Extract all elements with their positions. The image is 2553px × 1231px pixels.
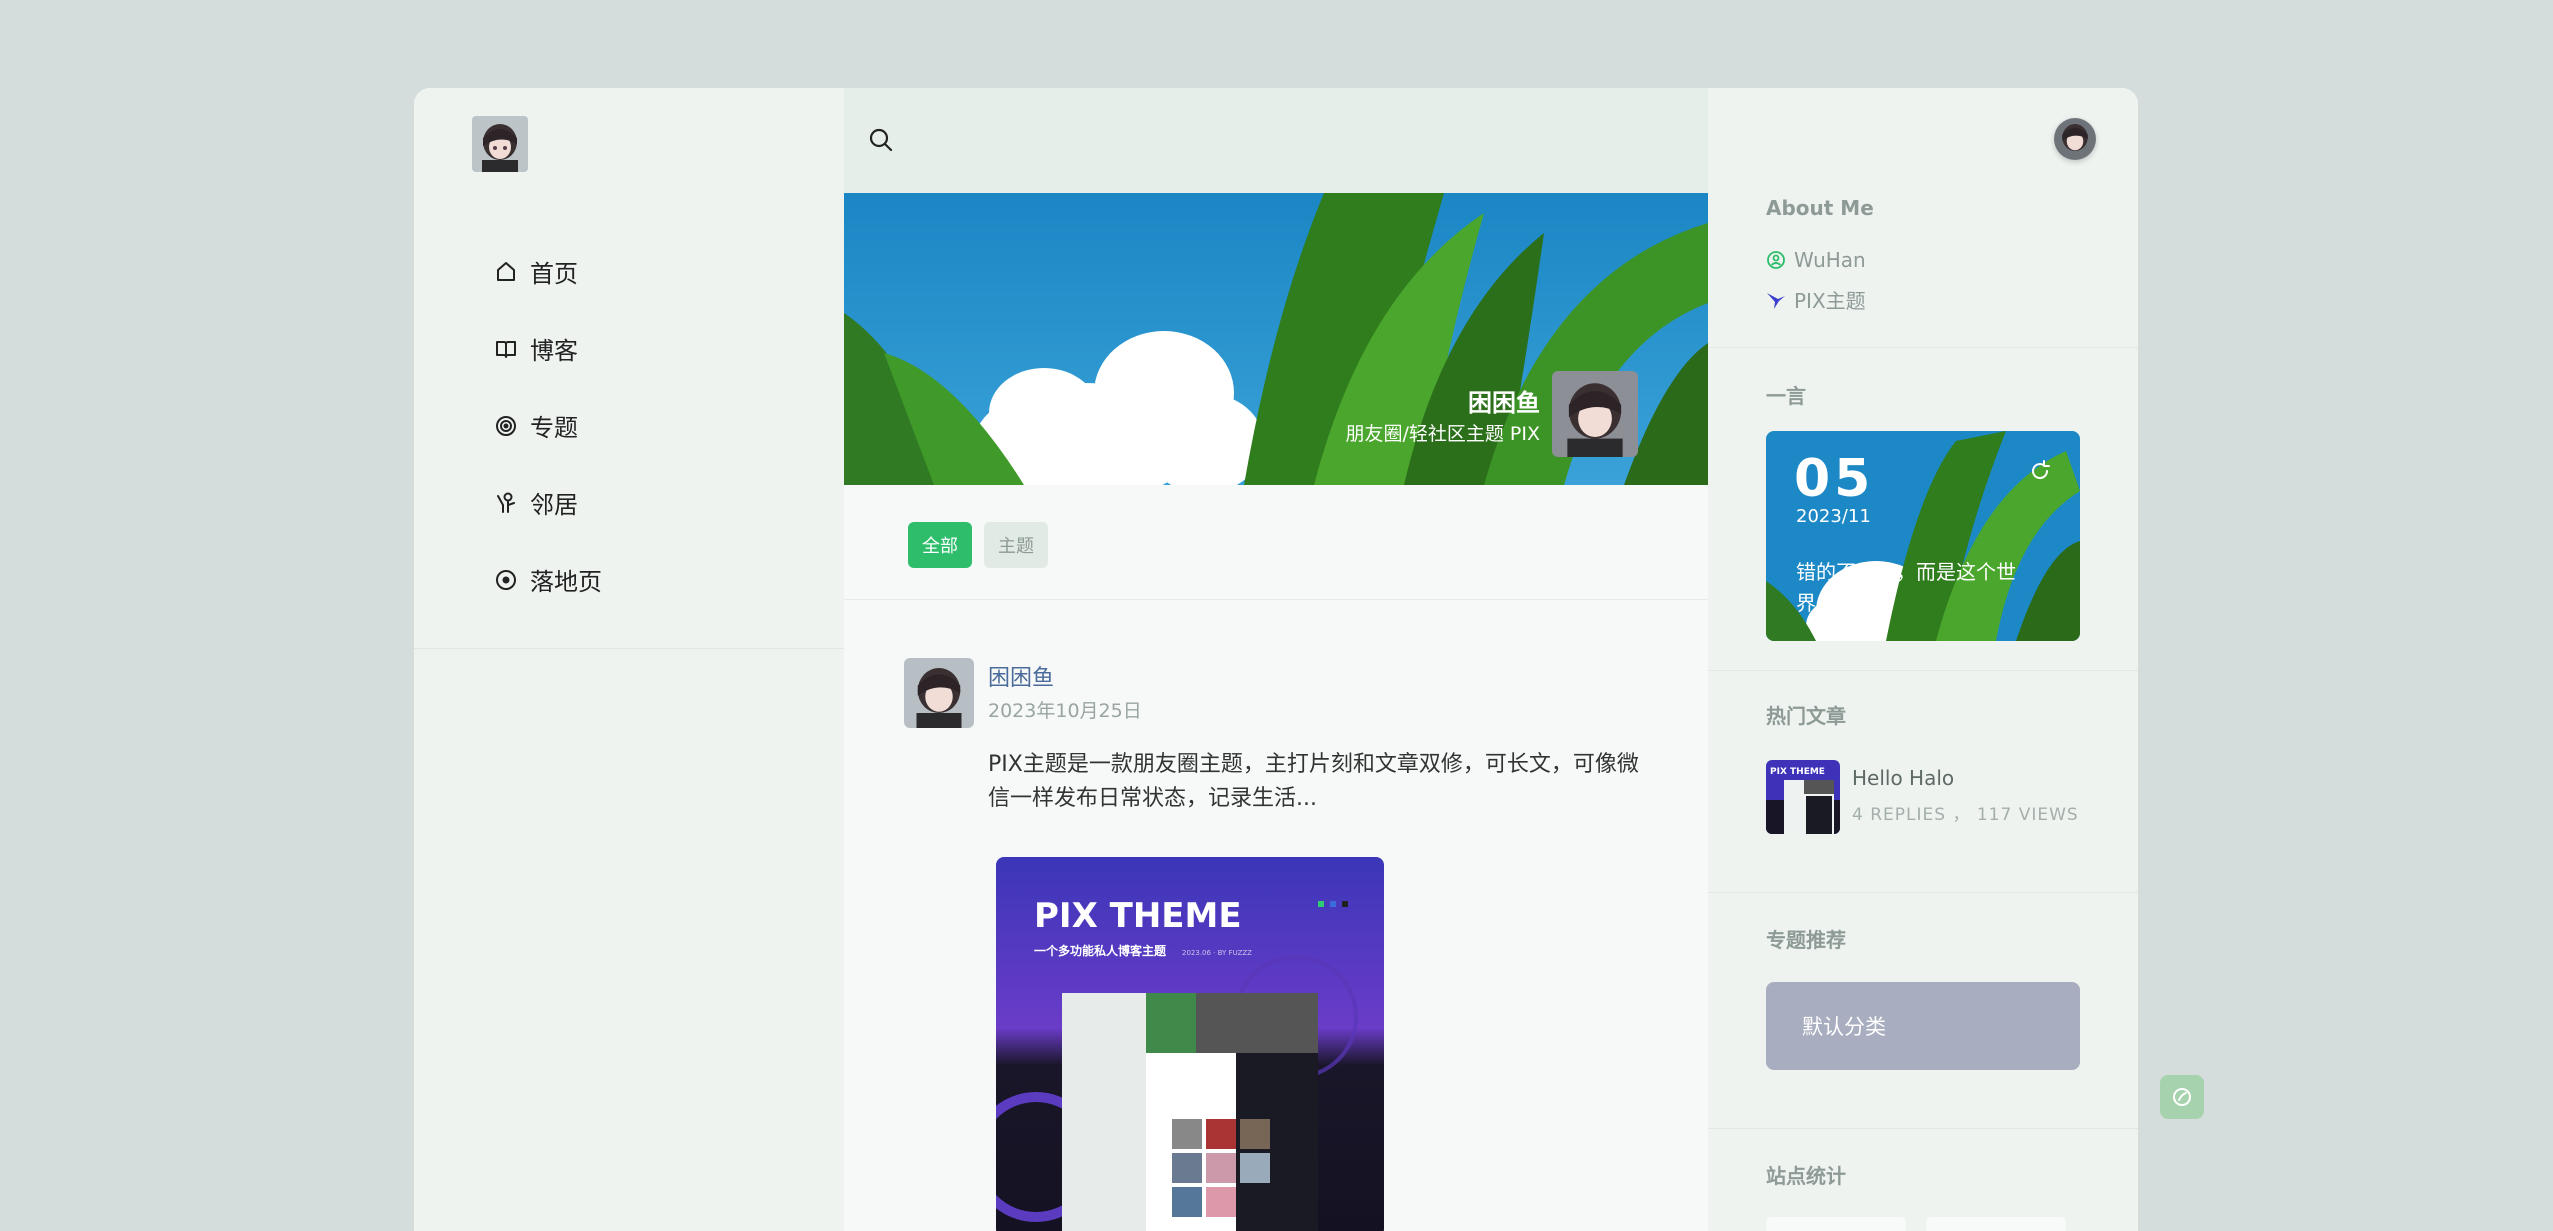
app-frame: 首页 博客 专题 邻居 落地页 困困鱼 朋友圈/轻社区主题 PIX 全部 主题 … [414,88,2138,1231]
post-date: 2023年10月25日 [988,700,1142,722]
nav-label: 落地页 [530,568,602,596]
user-avatar[interactable] [2054,118,2096,160]
left-sidebar: 首页 博客 专题 邻居 落地页 [414,88,845,1231]
post-author-name[interactable]: 困困鱼 [988,660,1054,692]
topic-title: 专题推荐 [1766,928,1846,952]
main-nav: 首页 博客 专题 邻居 落地页 [494,233,602,618]
post-text[interactable]: PIX主题是一款朋友圈主题，主打片刻和文章双修，可长文，可像微信一样发布日常状态… [988,748,1648,816]
profile-banner: 困困鱼 朋友圈/轻社区主题 PIX [844,193,1708,485]
nav-item-blog[interactable]: 博客 [494,310,602,387]
nav-label: 首页 [530,260,578,288]
profile-name: 困困鱼 [1468,389,1540,417]
theme-link-line[interactable]: PIX主题 [1766,285,1866,314]
location-line: WuHan [1766,248,1866,272]
target-icon [496,415,516,436]
search-icon[interactable] [866,125,896,155]
quote-text: 错的不是我，而是这个世界! [1796,560,2016,615]
theme-link-text[interactable]: PIX主题 [1794,285,1866,314]
refresh-icon[interactable] [2028,459,2052,483]
hot-post-meta: 4 REPLIES ， 117 VIEWS [1852,805,2079,825]
bird-icon [1767,292,1785,309]
nav-item-home[interactable]: 首页 [494,233,602,310]
nav-item-topics[interactable]: 专题 [494,387,602,464]
filter-theme[interactable]: 主题 [984,522,1048,568]
sidebar-divider [414,648,844,649]
neighbor-icon [497,492,515,513]
book-icon [496,340,516,358]
hot-post-thumbnail[interactable]: PIX THEME [1766,760,1840,834]
site-logo[interactable] [472,116,528,172]
stats-title: 站点统计 [1766,1164,1846,1188]
main-content: 困困鱼 朋友圈/轻社区主题 PIX 全部 主题 困困鱼 2023年10月25日 … [844,88,1708,1231]
stat-box [1766,1217,1906,1231]
right-sidebar: About Me WuHan PIX主题 一言 05 2023/11 错的不是我… [1708,88,2138,1231]
quote-month: 2023/11 [1796,506,1871,527]
post-image[interactable]: PIX THEME 一个多功能私人博客主题 2023.06 · BY FUZZZ [996,857,1384,1231]
theme-toggle-button[interactable] [2160,1075,2204,1119]
nav-item-neighbors[interactable]: 邻居 [494,464,602,541]
filter-tabs: 全部 主题 [908,522,1048,568]
stats-boxes [1766,1217,2066,1231]
quote-day: 05 [1794,449,1875,509]
stat-box [1926,1217,2066,1231]
location-pin-icon [1767,251,1785,269]
location-text: WuHan [1794,248,1866,272]
sidebar-divider [1708,1128,2138,1129]
topic-card-default[interactable]: 默认分类 [1766,982,2080,1070]
profile-avatar[interactable] [1552,371,1638,457]
filter-all[interactable]: 全部 [908,522,972,568]
post-author-avatar[interactable] [904,658,974,728]
hot-posts-title: 热门文章 [1766,704,1846,728]
landing-icon [496,569,516,590]
profile-tagline: 朋友圈/轻社区主题 PIX [1345,423,1540,445]
nav-label: 邻居 [530,491,578,519]
hot-post-title[interactable]: Hello Halo [1852,766,1954,790]
content-divider [844,599,1708,600]
post-image-meta: 2023.06 · BY FUZZZ [1182,949,1252,957]
quote-title: 一言 [1766,384,1806,408]
sidebar-divider [1708,347,2138,348]
post-image-title: PIX THEME [1034,896,1242,936]
sidebar-divider [1708,892,2138,893]
top-bar [844,88,1708,193]
sidebar-divider [1708,670,2138,671]
nav-label: 专题 [530,414,578,442]
post-image-subtitle: 一个多功能私人博客主题 [1034,943,1167,958]
theme-toggle-icon [2173,1088,2191,1106]
nav-item-landing[interactable]: 落地页 [494,541,602,618]
nav-label: 博客 [530,337,578,365]
quote-card: 05 2023/11 错的不是我，而是这个世界! [1766,431,2080,641]
about-title: About Me [1766,196,1874,220]
home-icon [497,261,515,281]
hot-post-thumb-title: PIX THEME [1770,767,1825,777]
